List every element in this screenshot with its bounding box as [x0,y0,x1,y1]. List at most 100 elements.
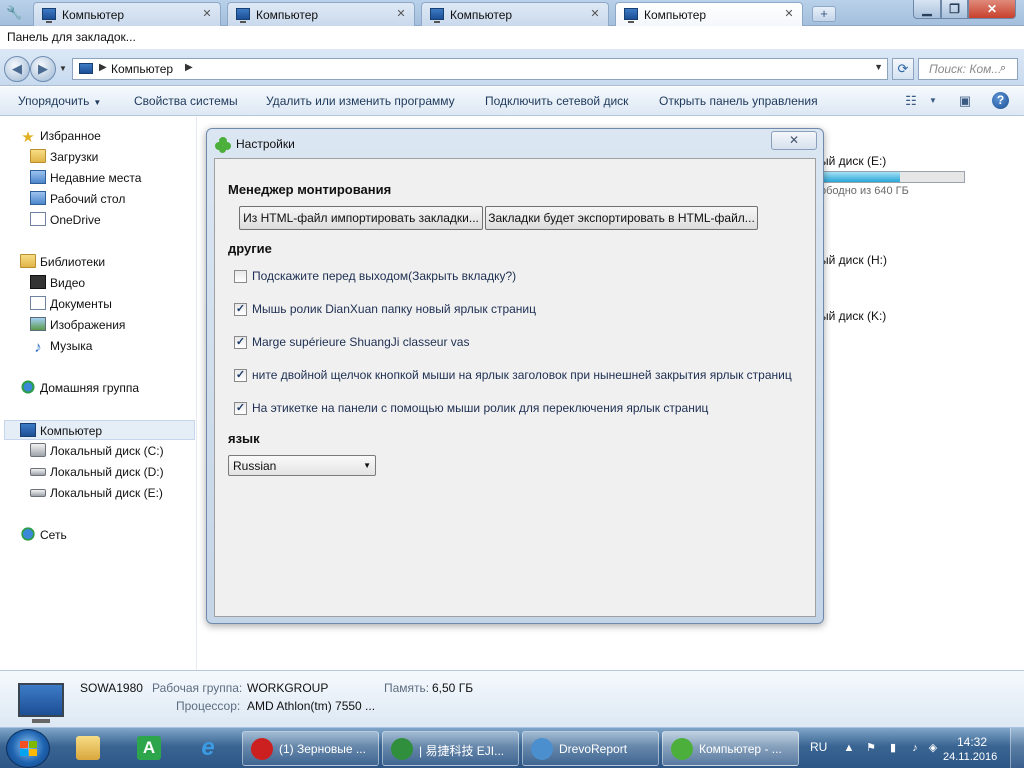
search-icon[interactable]: ⌕ [1000,62,1014,76]
nav-label: Домашняя группа [40,381,140,395]
close-tab-icon[interactable]: ✕ [588,7,602,21]
view-options-icon[interactable]: ☷ [902,93,920,109]
close-tab-icon[interactable]: ✕ [200,7,214,21]
computer-name: SOWA1980 [80,681,143,695]
disk-k-name[interactable]: ый диск (K:) [820,309,886,323]
tab-2[interactable]: Компьютер ✕ [227,2,415,26]
computer-icon [20,423,36,437]
nav-label: Недавние места [50,171,142,185]
recent-pages-chevron-icon[interactable]: ▼ [58,65,68,73]
organize-button[interactable]: Упорядочить ▼ [18,94,101,108]
checkbox-checked[interactable]: ✓ [234,369,247,382]
checkbox-checked[interactable]: ✓ [234,303,247,316]
close-tab-icon[interactable]: ✕ [394,7,408,21]
language-select[interactable]: Russian ▼ [228,455,376,476]
tab-1[interactable]: Компьютер ✕ [33,2,221,26]
breadcrumb-computer[interactable]: Компьютер [111,62,173,76]
nav-documents[interactable]: Документы [30,294,112,314]
nav-music[interactable]: ♪ Музыка [30,336,92,356]
network-tray-icon[interactable]: ▮ [886,741,900,755]
nav-label: Изображения [50,318,126,332]
nav-favorites[interactable]: ★ Избранное [20,126,101,146]
taskbar-task[interactable]: | 易捷科技 EJI... [382,731,519,766]
disk-e-name[interactable]: ый диск (E:) [820,154,886,168]
drive-icon [30,468,46,476]
nav-label: Компьютер [40,424,103,438]
nav-computer[interactable]: Компьютер [4,420,195,440]
uninstall-program-button[interactable]: Удалить или изменить программу [266,94,455,108]
search-input[interactable]: Поиск: Ком... ⌕ [918,58,1018,80]
music-icon: ♪ [34,339,42,356]
clock-time[interactable]: 14:32 [957,735,987,749]
clock-date[interactable]: 24.11.2016 [943,751,997,763]
checkbox-checked[interactable]: ✓ [234,402,247,415]
tab-3[interactable]: Компьютер ✕ [421,2,609,26]
tray-expand-icon[interactable]: ▲ [842,741,856,755]
export-bookmarks-button[interactable]: Закладки будет экспортировать в HTML-фай… [485,206,758,230]
bookmarks-bar-label[interactable]: Панель для закладок... [7,30,136,44]
map-network-drive-button[interactable]: Подключить сетевой диск [485,94,628,108]
nav-disk-d[interactable]: Локальный диск (D:) [30,462,164,482]
pinned-explorer[interactable] [63,731,113,766]
chrome-icon [391,738,413,760]
window-close-button[interactable]: ✕ [968,0,1016,19]
nav-desktop[interactable]: Рабочий стол [30,189,125,209]
taskbar-task[interactable]: Компьютер - ... [662,731,799,766]
nav-homegroup[interactable]: Домашняя группа [20,378,139,398]
address-dropdown-icon[interactable]: ▼ [874,62,883,72]
back-button[interactable]: ◀ [4,56,30,82]
navigation-pane: ★ Избранное Загрузки Недавние места Рабоч… [0,117,197,670]
checkbox-unchecked[interactable] [234,270,247,283]
checkbox-checked[interactable]: ✓ [234,336,247,349]
dialog-title: Настройки [236,137,295,151]
breadcrumb-separator-icon[interactable]: ▶ [185,62,193,73]
import-bookmarks-button[interactable]: Из HTML-файл импортировать закладки... [239,206,483,230]
address-field[interactable]: ▶ Компьютер ▶ ▼ [72,58,888,80]
wrench-menu-icon[interactable]: 🔧 [6,5,22,21]
tab-4-active[interactable]: Компьютер ✕ [615,2,803,27]
taskbar-task[interactable]: (1) Зерновые ... [242,731,379,766]
maximize-button[interactable]: ❐ [941,0,968,19]
new-tab-button[interactable]: + [812,6,836,22]
nav-libraries[interactable]: Библиотеки [20,252,105,272]
nav-downloads[interactable]: Загрузки [30,147,98,167]
action-center-flag-icon[interactable]: ⚑ [864,741,878,755]
bookmarks-bar: Панель для закладок... [0,26,1024,50]
nav-label: OneDrive [50,213,101,227]
disk-h-name[interactable]: ый диск (H:) [820,253,887,267]
close-tab-icon[interactable]: ✕ [782,7,796,21]
open-control-panel-button[interactable]: Открыть панель управления [659,94,818,108]
nav-disk-c[interactable]: Локальный диск (C:) [30,441,164,461]
language-indicator[interactable]: RU [810,740,827,754]
folder-icon [76,736,100,760]
breadcrumb-separator-icon[interactable]: ▶ [99,62,107,73]
taskbar: A e (1) Зерновые ... | 易捷科技 EJI... DrevoRe… [0,727,1024,768]
nav-pictures[interactable]: Изображения [30,315,125,335]
nav-label: Сеть [40,528,67,542]
nav-network[interactable]: Сеть [20,525,67,545]
view-chevron-down-icon[interactable]: ▼ [924,93,942,109]
dialog-close-button[interactable]: ✕ [771,131,817,150]
forward-button[interactable]: ▶ [30,56,56,82]
libraries-icon [20,254,36,268]
nav-label: Видео [50,276,86,290]
start-button[interactable] [6,729,50,768]
nav-recent-places[interactable]: Недавние места [30,168,141,188]
preview-pane-icon[interactable]: ▣ [956,93,974,109]
show-desktop-button[interactable] [1010,728,1024,768]
system-properties-button[interactable]: Свойства системы [134,94,238,108]
pinned-app-a[interactable]: A [124,731,174,766]
minimize-button[interactable]: ▁ [913,0,941,19]
taskbar-task[interactable]: DrevoReport [522,731,659,766]
nav-video[interactable]: Видео [30,273,85,293]
nav-disk-e[interactable]: Локальный диск (E:) [30,483,163,503]
help-icon[interactable]: ? [992,92,1009,109]
volume-icon[interactable]: ♪ [908,741,922,755]
tray-app-icon[interactable]: ◈ [926,741,940,755]
pinned-ie[interactable]: e [183,731,233,766]
desktop-icon [30,191,46,205]
cpu-value: AMD Athlon(tm) 7550 ... [247,699,376,713]
nav-onedrive[interactable]: OneDrive [30,210,101,230]
homegroup-icon [20,380,36,394]
refresh-button[interactable]: ⟳ [892,58,914,80]
